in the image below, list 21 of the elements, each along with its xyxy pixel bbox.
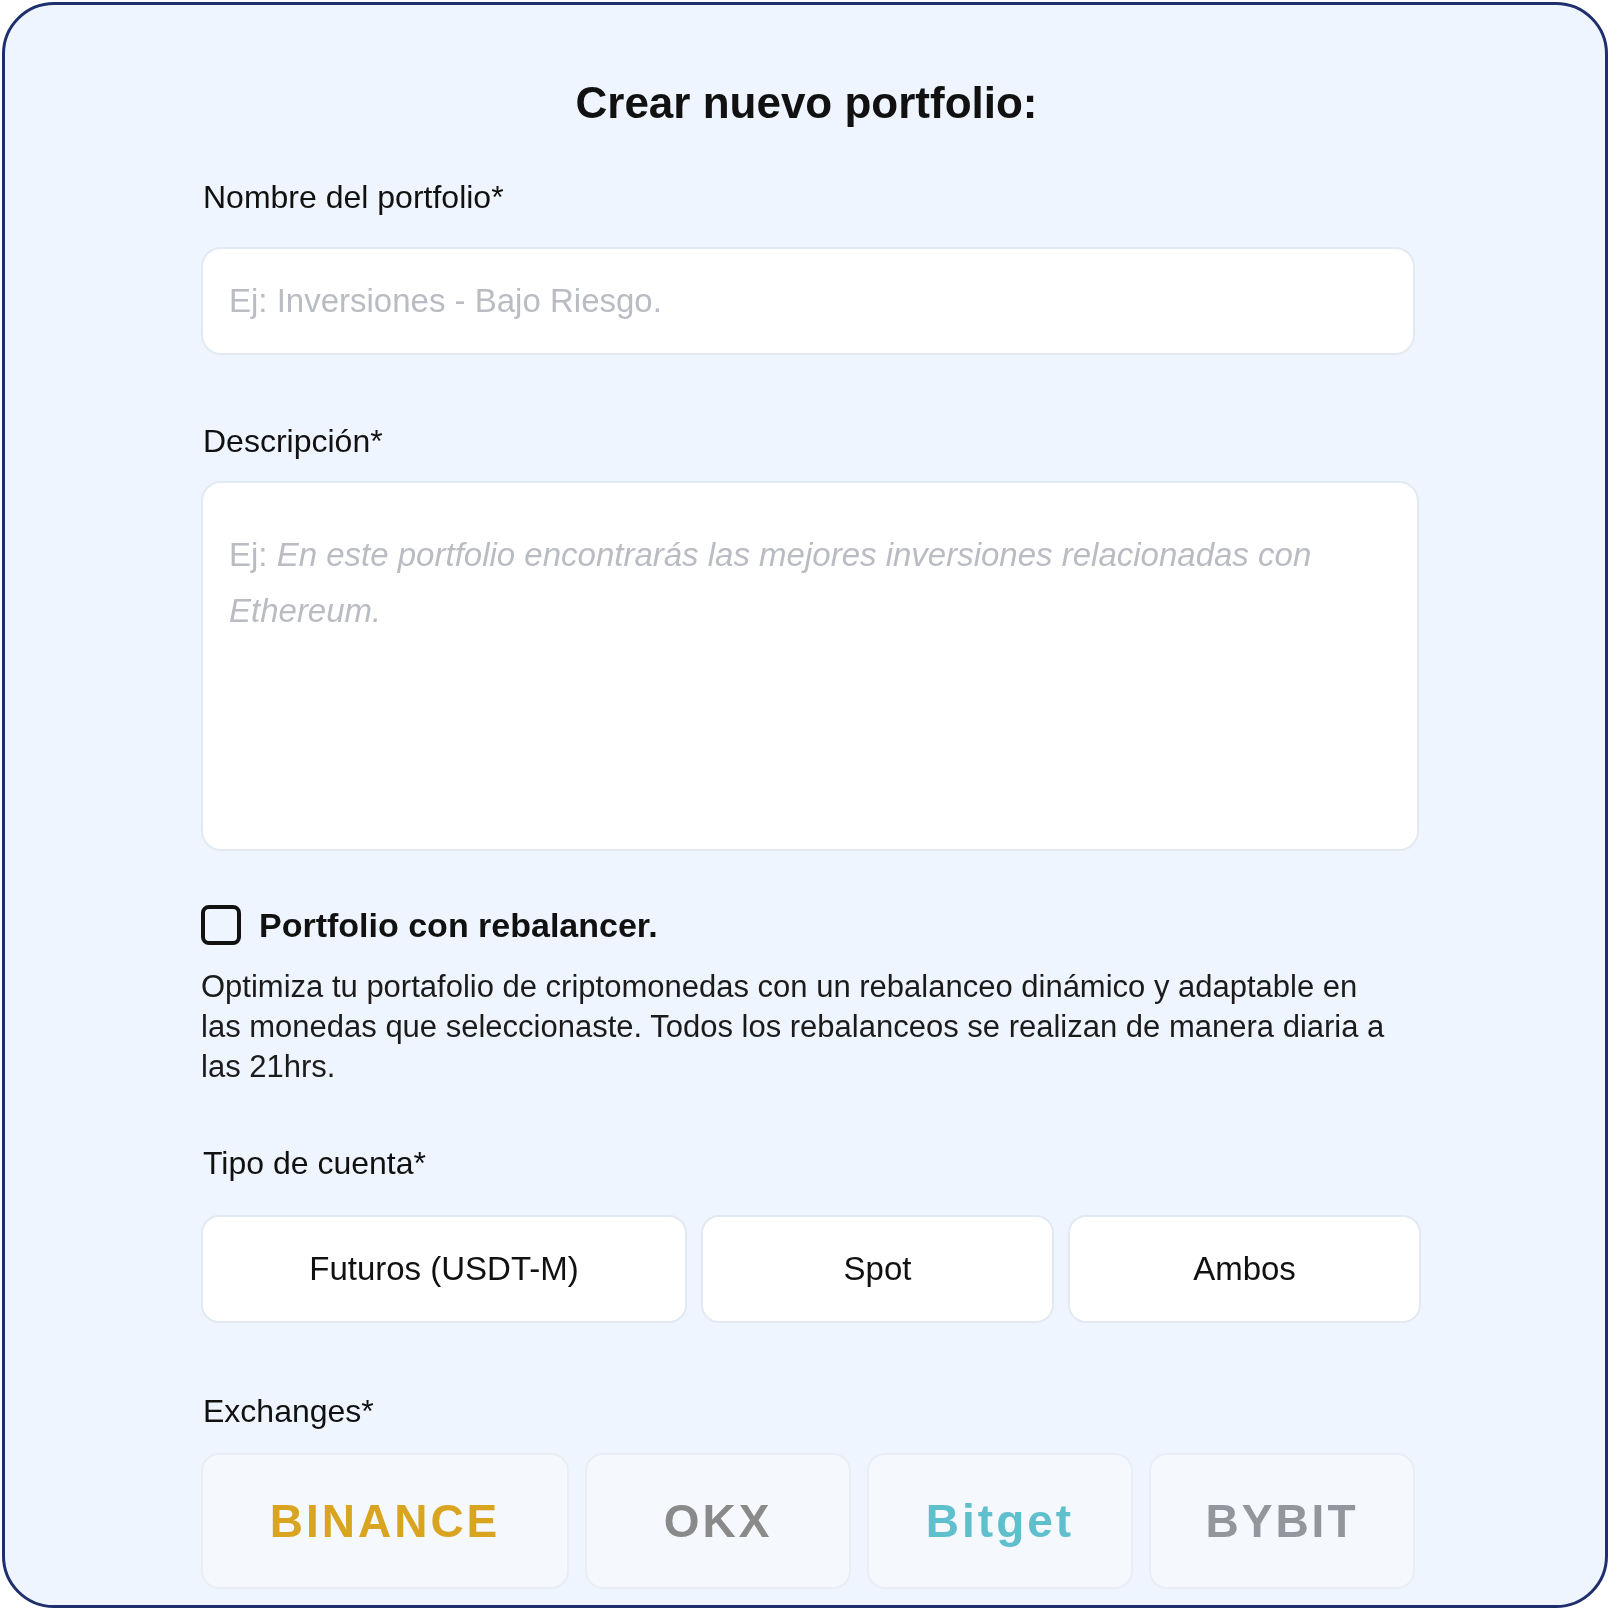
checkbox[interactable] xyxy=(201,905,241,945)
exchange-button[interactable]: BINANCE xyxy=(201,1453,569,1589)
field-label: Tipo de cuenta* xyxy=(203,1144,427,1183)
field-label: Descripción* xyxy=(203,422,384,461)
exchange-logo: OKX xyxy=(663,1494,773,1548)
account-type-button[interactable]: Ambos xyxy=(1068,1215,1421,1323)
field-label: Exchanges* xyxy=(203,1392,375,1431)
dialog-title: Crear nuevo portfolio: xyxy=(574,77,1039,129)
description-field[interactable]: Ej: En este portfolio encontrarás las mejores inversiones relacionadas con Ethereum. xyxy=(201,481,1419,851)
exchange-button[interactable]: OKX xyxy=(585,1453,851,1589)
account-type-button[interactable]: Spot xyxy=(701,1215,1054,1323)
description-text: Optimiza tu portafolio de criptomonedas con un rebalanceo dinámico y adaptable en las monedas que seleccionaste. Todos los rebalanceos se realizan de manera diaria a las 21hrs. xyxy=(201,968,1386,1086)
name-field[interactable]: Ej: Inversiones - Bajo Riesgo. xyxy=(201,247,1415,355)
account-type-button[interactable]: Futuros (USDT-M) xyxy=(201,1215,687,1323)
exchange-logo: BINANCE xyxy=(269,1494,501,1548)
checkbox-label: Portfolio con rebalancer. xyxy=(259,905,658,945)
field-label: Nombre del portfolio* xyxy=(203,178,505,217)
exchange-logo: Bitget xyxy=(925,1494,1075,1548)
exchange-button[interactable]: Bitget xyxy=(867,1453,1133,1589)
exchange-button[interactable]: BYBIT xyxy=(1149,1453,1415,1589)
exchange-logo: BYBIT xyxy=(1205,1494,1359,1548)
